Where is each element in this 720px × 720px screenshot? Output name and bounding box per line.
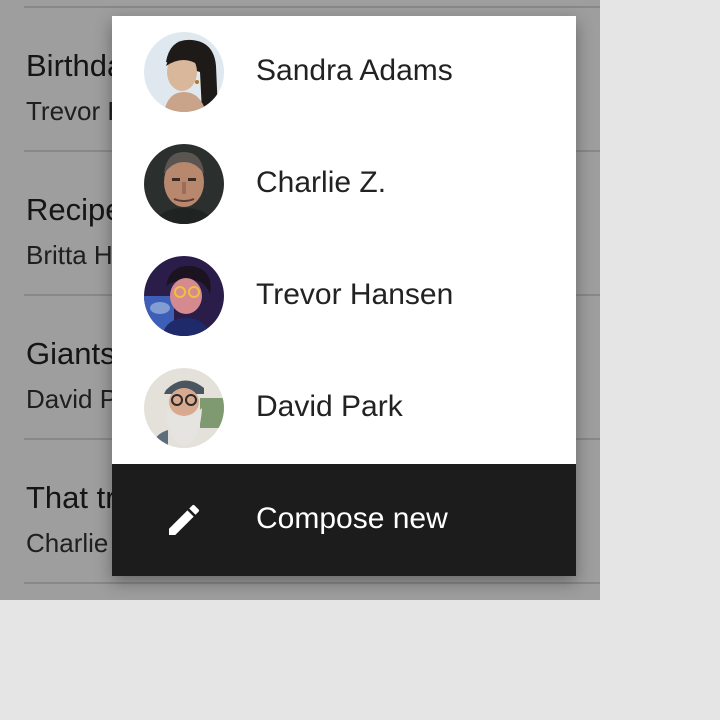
menu-item-label: Charlie Z. [256,166,387,199]
email-list-screen: Birthday gift Trevor Hansen Recipe to tr… [0,0,600,600]
young-man-avatar [144,256,224,336]
compose-label: Compose new [256,502,448,535]
menu-item-sandra-adams[interactable]: Sandra Adams [112,16,576,128]
menu-item-trevor-hansen[interactable]: Trevor Hansen [112,240,576,352]
menu-item-charlie-z[interactable]: Charlie Z. [112,128,576,240]
menu-item-label: Trevor Hansen [256,278,454,311]
bearded-man-avatar [144,368,224,448]
recipient-menu: Sandra Adams Charlie Z. Trevor Hansen Da… [112,16,576,576]
older-man-avatar [144,144,224,224]
menu-item-david-park[interactable]: David Park [112,352,576,464]
compose-new-button[interactable]: Compose new [112,464,576,576]
pencil-icon [169,504,200,535]
menu-item-label: Sandra Adams [256,54,453,87]
woman-avatar [144,32,224,112]
menu-item-label: David Park [256,390,403,423]
